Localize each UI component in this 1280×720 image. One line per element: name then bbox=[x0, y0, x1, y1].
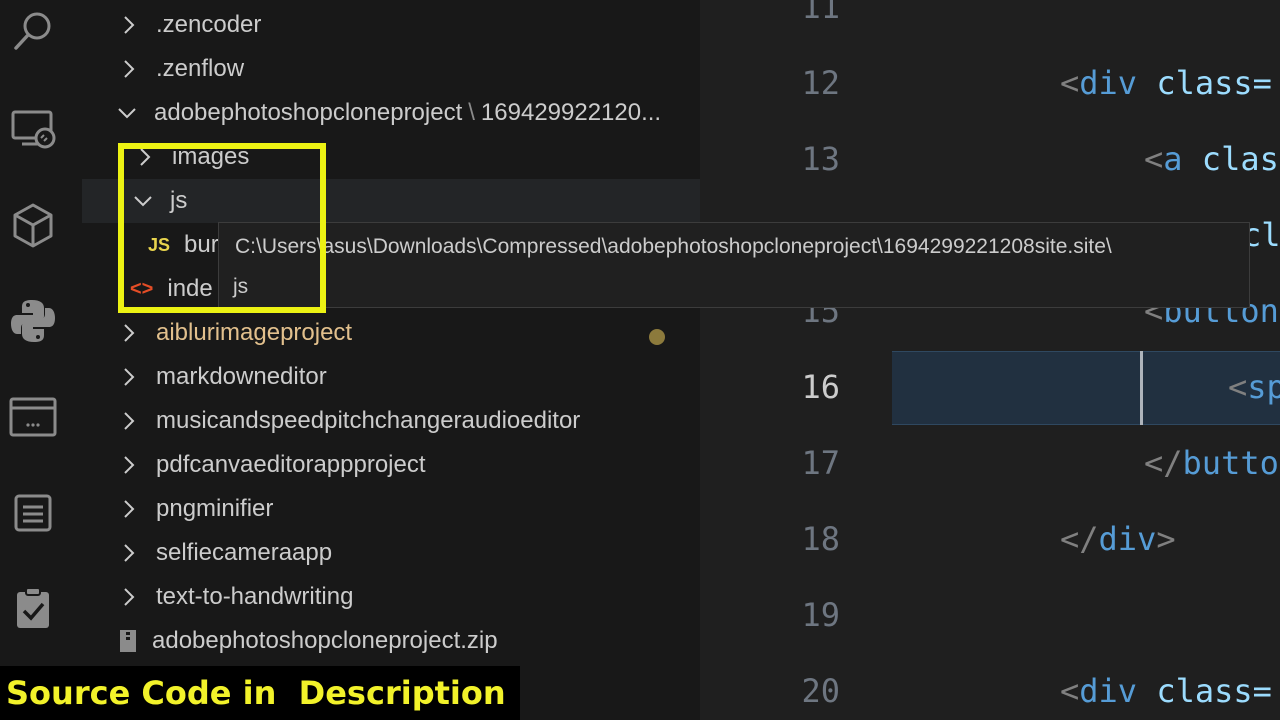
tree-item-pdfcanvaeditorappproject[interactable]: pdfcanvaeditorappproject bbox=[82, 443, 700, 487]
code-editor[interactable]: 11 12 <div class= 13 <a clas cl 15 <butt… bbox=[700, 0, 1280, 720]
tree-item-selfiecameraapp[interactable]: selfiecameraapp bbox=[82, 531, 700, 575]
modified-indicator-dot bbox=[649, 329, 665, 345]
chevron-right-icon bbox=[118, 498, 140, 520]
chevron-right-icon bbox=[118, 58, 140, 80]
line-number: 17 bbox=[801, 444, 840, 482]
code-line-17[interactable]: </butto bbox=[1144, 444, 1279, 482]
tree-item-pngminifier[interactable]: pngminifier bbox=[82, 487, 700, 531]
line-number: 13 bbox=[801, 140, 840, 178]
tree-item-aiblurimageproject[interactable]: aiblurimageproject bbox=[82, 311, 700, 355]
chevron-right-icon bbox=[118, 14, 140, 36]
chevron-right-icon bbox=[118, 586, 140, 608]
tooltip-path: C:\Users\asus\Downloads\Compressed\adobe… bbox=[235, 235, 1112, 258]
zip-file-icon bbox=[118, 629, 138, 653]
tree-item-adobephotoshopcloneproject[interactable]: adobephotoshopcloneproject \ 16942992212… bbox=[82, 91, 700, 135]
chevron-right-icon bbox=[118, 366, 140, 388]
tree-item-musicandspeedpitchchangeraudioeditor[interactable]: musicandspeedpitchchangeraudioeditor bbox=[82, 399, 700, 443]
path-separator: \ bbox=[468, 99, 475, 126]
line-number: 12 bbox=[801, 64, 840, 102]
tree-item-path-suffix: 169429922120... bbox=[480, 99, 662, 126]
python-icon[interactable] bbox=[8, 296, 58, 346]
remote-explorer-icon[interactable] bbox=[8, 104, 58, 154]
code-line-16[interactable]: <sp bbox=[1228, 368, 1280, 406]
tree-item-label: markdowneditor bbox=[156, 363, 327, 390]
tree-item-label: .zenflow bbox=[156, 55, 245, 82]
code-line-13[interactable]: <a clas bbox=[1144, 140, 1279, 178]
line-number: 19 bbox=[801, 596, 840, 634]
tree-item-label: pdfcanvaeditorappproject bbox=[156, 451, 426, 478]
chevron-right-icon bbox=[118, 454, 140, 476]
tree-item-label: .zencoder bbox=[156, 11, 262, 38]
tree-item-label: selfiecameraapp bbox=[156, 539, 333, 566]
browser-preview-icon[interactable] bbox=[8, 392, 58, 442]
line-number: 20 bbox=[801, 672, 840, 710]
current-line-highlight bbox=[892, 351, 1280, 425]
tree-item-label: adobephotoshopcloneproject bbox=[154, 99, 463, 126]
chevron-right-icon bbox=[118, 410, 140, 432]
code-line-12[interactable]: <div class= bbox=[1060, 64, 1272, 102]
tree-item-label: adobephotoshopcloneproject.zip bbox=[152, 627, 498, 654]
tree-item-zip-file[interactable]: adobephotoshopcloneproject.zip bbox=[82, 619, 700, 663]
activity-bar bbox=[0, 0, 83, 720]
search-icon[interactable] bbox=[8, 6, 58, 56]
line-number-active: 16 bbox=[801, 368, 840, 406]
tree-item-text-to-handwriting[interactable]: text-to-handwriting bbox=[82, 575, 700, 619]
chevron-down-icon bbox=[116, 102, 138, 124]
tree-item-label: musicandspeedpitchchangeraudioeditor bbox=[156, 407, 581, 434]
tree-item-label: pngminifier bbox=[156, 495, 274, 522]
annotation-highlight-box bbox=[118, 143, 326, 313]
tree-item-zenflow[interactable]: .zenflow bbox=[82, 47, 700, 91]
line-number: 18 bbox=[801, 520, 840, 558]
code-line-18[interactable]: </div> bbox=[1060, 520, 1176, 558]
tree-item-label: aiblurimageproject bbox=[156, 319, 353, 346]
testing-icon[interactable] bbox=[8, 583, 58, 633]
explorer-panel: .zencoder .zenflow adobephotoshopclonepr… bbox=[82, 0, 700, 720]
tree-item-label: text-to-handwriting bbox=[156, 583, 354, 610]
panel-icon[interactable] bbox=[8, 488, 58, 538]
chevron-right-icon bbox=[118, 542, 140, 564]
tree-item-zencoder[interactable]: .zencoder bbox=[82, 3, 700, 47]
code-line-20[interactable]: <div class= bbox=[1060, 672, 1272, 710]
extensions-icon[interactable] bbox=[8, 200, 58, 250]
caption-banner: Source Code in Description bbox=[0, 666, 520, 720]
path-tooltip: C:\Users\asus\Downloads\Compressed\adobe… bbox=[218, 222, 1250, 308]
tree-item-markdowneditor[interactable]: markdowneditor bbox=[82, 355, 700, 399]
line-number: 11 bbox=[801, 0, 840, 26]
chevron-right-icon bbox=[118, 322, 140, 344]
text-cursor bbox=[1140, 351, 1143, 425]
